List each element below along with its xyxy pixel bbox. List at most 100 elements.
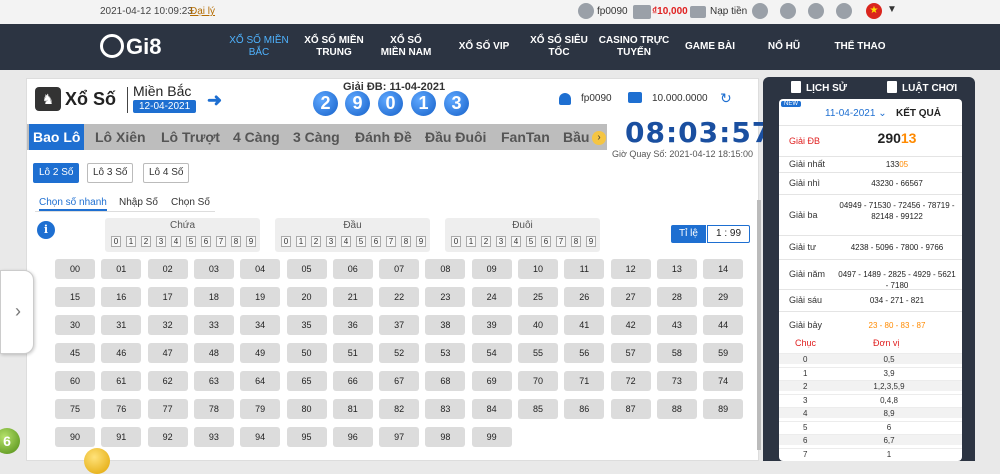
number-button[interactable]: 01 xyxy=(101,259,142,279)
number-button[interactable]: 04 xyxy=(240,259,281,279)
filter-digit[interactable]: 6 xyxy=(201,236,211,247)
number-button[interactable]: 17 xyxy=(147,287,188,307)
number-button[interactable]: 76 xyxy=(101,399,142,419)
number-button[interactable]: 15 xyxy=(55,287,95,307)
number-button[interactable]: 58 xyxy=(656,343,697,363)
number-button[interactable]: 32 xyxy=(147,315,188,335)
filter-digit[interactable]: 7 xyxy=(216,236,226,247)
nav-xo-so-vip[interactable]: XỔ SỐ VIP xyxy=(452,24,516,70)
number-button[interactable]: 85 xyxy=(518,399,558,419)
filter-digit[interactable]: 1 xyxy=(126,236,136,247)
number-button[interactable]: 39 xyxy=(471,315,512,335)
number-button[interactable]: 00 xyxy=(55,259,95,279)
number-button[interactable]: 98 xyxy=(425,427,466,447)
number-button[interactable]: 64 xyxy=(240,371,281,391)
number-button[interactable]: 82 xyxy=(379,399,420,419)
filter-digit[interactable]: 8 xyxy=(571,236,581,247)
number-button[interactable]: 59 xyxy=(703,343,744,363)
number-button[interactable]: 52 xyxy=(379,343,420,363)
number-button[interactable]: 93 xyxy=(193,427,234,447)
number-button[interactable]: 07 xyxy=(379,259,420,279)
number-button[interactable]: 89 xyxy=(703,399,744,419)
tab-lo-truot[interactable]: Lô Trượt xyxy=(157,124,224,150)
tab-danh-de[interactable]: Đánh Đề xyxy=(351,124,416,150)
number-button[interactable]: 78 xyxy=(193,399,234,419)
site-logo[interactable]: Gi8 xyxy=(100,34,161,60)
number-button[interactable]: 46 xyxy=(101,343,142,363)
number-button[interactable]: 13 xyxy=(656,259,697,279)
number-button[interactable]: 95 xyxy=(286,427,327,447)
number-button[interactable]: 38 xyxy=(425,315,466,335)
number-button[interactable]: 77 xyxy=(147,399,188,419)
number-button[interactable]: 88 xyxy=(656,399,697,419)
filter-digit[interactable]: 1 xyxy=(466,236,476,247)
filter-digit[interactable]: 5 xyxy=(356,236,366,247)
number-button[interactable]: 37 xyxy=(379,315,420,335)
chat-icon[interactable] xyxy=(752,3,768,19)
vietnam-flag-icon[interactable]: ★ xyxy=(866,3,882,19)
number-button[interactable]: 99 xyxy=(471,427,512,447)
language-caret-icon[interactable]: ▼ xyxy=(887,4,897,15)
number-button[interactable]: 30 xyxy=(55,315,95,335)
number-button[interactable]: 72 xyxy=(610,371,651,391)
number-button[interactable]: 54 xyxy=(471,343,512,363)
number-button[interactable]: 34 xyxy=(240,315,281,335)
number-button[interactable]: 80 xyxy=(286,399,327,419)
filter-digit[interactable]: 0 xyxy=(111,236,121,247)
floating-lottery-ball[interactable]: 6 xyxy=(0,428,20,454)
number-button[interactable]: 27 xyxy=(610,287,651,307)
rules-button[interactable]: LUẬT CHƠI xyxy=(887,81,957,94)
number-button[interactable]: 48 xyxy=(193,343,234,363)
filter-digit[interactable]: 2 xyxy=(481,236,491,247)
nav-game-bai[interactable]: GAME BÀI xyxy=(680,24,740,70)
nav-xo-so-sieu-toc[interactable]: XỔ SỐ SIÊU TỐC xyxy=(528,24,590,70)
number-button[interactable]: 11 xyxy=(564,259,605,279)
nav-the-thao[interactable]: THỂ THAO xyxy=(828,24,892,70)
nav-xo-so-mien-bac[interactable]: XỔ SỐ MIỀN BẮC xyxy=(228,24,290,70)
number-button[interactable]: 22 xyxy=(379,287,420,307)
nav-xo-so-mien-nam[interactable]: XỔ SỐ MIỀN NAM xyxy=(378,24,434,70)
nav-casino[interactable]: CASINO TRỰC TUYẾN xyxy=(596,24,672,70)
tabs-next-icon[interactable]: › xyxy=(592,131,606,145)
tab-fantan[interactable]: FanTan xyxy=(497,124,554,150)
subtab-lo-3-so[interactable]: Lô 3 Số xyxy=(87,163,134,183)
number-button[interactable]: 83 xyxy=(425,399,466,419)
filter-digit[interactable]: 2 xyxy=(141,236,151,247)
number-button[interactable]: 87 xyxy=(610,399,651,419)
number-button[interactable]: 66 xyxy=(332,371,373,391)
number-button[interactable]: 09 xyxy=(471,259,512,279)
mode-nhap-so[interactable]: Nhập Số xyxy=(119,197,158,208)
number-button[interactable]: 20 xyxy=(286,287,327,307)
number-button[interactable]: 26 xyxy=(564,287,605,307)
info-icon[interactable]: i xyxy=(37,221,55,239)
filter-digit[interactable]: 6 xyxy=(541,236,551,247)
number-button[interactable]: 29 xyxy=(703,287,744,307)
filter-digit[interactable]: 3 xyxy=(496,236,506,247)
nav-xo-so-mien-trung[interactable]: XỔ SỐ MIỀN TRUNG xyxy=(302,24,366,70)
number-button[interactable]: 03 xyxy=(193,259,234,279)
results-date-select[interactable]: 11-04-2021 ⌄ xyxy=(825,108,887,119)
floating-coin-icon[interactable] xyxy=(84,448,110,474)
number-button[interactable]: 02 xyxy=(147,259,188,279)
number-button[interactable]: 92 xyxy=(147,427,188,447)
number-button[interactable]: 81 xyxy=(332,399,373,419)
filter-digit[interactable]: 4 xyxy=(511,236,521,247)
exit-icon[interactable]: ➜ xyxy=(207,91,227,109)
subtab-lo-4-so[interactable]: Lô 4 Số xyxy=(143,163,190,183)
number-button[interactable]: 45 xyxy=(55,343,95,363)
tab-lo-xien[interactable]: Lô Xiên xyxy=(91,124,150,150)
group-icon[interactable] xyxy=(808,3,824,19)
number-button[interactable]: 21 xyxy=(332,287,373,307)
number-button[interactable]: 51 xyxy=(332,343,373,363)
agent-link[interactable]: Đại lý xyxy=(190,6,215,17)
power-icon[interactable] xyxy=(836,3,852,19)
tab-bau[interactable]: Bầu xyxy=(559,124,593,150)
number-button[interactable]: 40 xyxy=(518,315,558,335)
number-button[interactable]: 31 xyxy=(101,315,142,335)
nav-no-hu[interactable]: NỔ HŨ xyxy=(756,24,812,70)
number-button[interactable]: 12 xyxy=(610,259,651,279)
number-button[interactable]: 84 xyxy=(471,399,512,419)
filter-digit[interactable]: 6 xyxy=(371,236,381,247)
number-button[interactable]: 44 xyxy=(703,315,744,335)
subtab-lo-2-so[interactable]: Lô 2 Số xyxy=(33,163,80,183)
